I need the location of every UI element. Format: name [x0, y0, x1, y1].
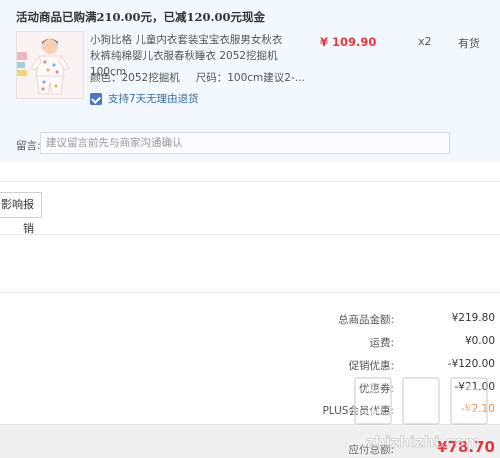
order-item-panel: 活动商品已购满210.00元，已减120.00元现金 小狗比格 儿童内衣套装宝宝…: [0, 0, 500, 162]
summary-row-plus-discount: PLUS会员优惠: -¥2.10: [0, 403, 500, 419]
summary-row-promotion: 促销优惠: -¥120.00: [0, 358, 500, 374]
summary-value: -¥120.00: [447, 358, 495, 370]
divider: [0, 234, 500, 235]
remark-label: 留言:: [16, 140, 41, 152]
summary-label: 总商品金额:: [337, 314, 394, 326]
payable-amount: ¥78.70: [437, 438, 495, 456]
returns-policy[interactable]: 支持7天无理由退货: [90, 91, 199, 106]
summary-row-shipping: 运费: ¥0.00: [0, 335, 500, 351]
summary-row-coupon: 优惠券: -¥21.00: [0, 381, 500, 397]
summary-value: ¥219.80: [451, 312, 495, 324]
product-image: [17, 32, 83, 98]
summary-value: -¥21.00: [454, 381, 495, 393]
product-thumbnail[interactable]: [16, 31, 84, 99]
remark-input[interactable]: [40, 132, 450, 154]
summary-label: 促销优惠:: [348, 360, 394, 372]
returns-badge-icon: [90, 92, 102, 105]
promo-banner-text: 活动商品已购满210.00元，已减120.00元现金: [16, 10, 266, 24]
summary-label: 运费:: [369, 337, 394, 349]
spec-color: 颜色：2052挖掘机: [90, 72, 180, 84]
product-quantity: x2: [418, 35, 432, 48]
divider: [0, 292, 500, 293]
payable-label: 应付总额:: [348, 444, 394, 456]
product-specs: 颜色：2052挖掘机 尺码：100cm建议2-...: [90, 70, 305, 85]
product-price: ¥ 109.90: [320, 35, 377, 49]
summary-row-total: 总商品金额: ¥219.80: [0, 312, 500, 328]
stock-status: 有货: [458, 37, 480, 50]
summary-label: 优惠券:: [358, 383, 394, 395]
coupon-button[interactable]: 影响报销: [0, 192, 42, 235]
summary-value: -¥2.10: [461, 403, 495, 415]
returns-policy-text: 支持7天无理由退货: [108, 93, 199, 105]
divider: [0, 181, 500, 182]
spec-size: 尺码：100cm建议2-...: [195, 72, 305, 84]
summary-value: ¥0.00: [464, 335, 495, 347]
payable-bar: 应付总额: ¥78.70: [0, 424, 500, 458]
summary-label: PLUS会员优惠:: [322, 405, 394, 417]
